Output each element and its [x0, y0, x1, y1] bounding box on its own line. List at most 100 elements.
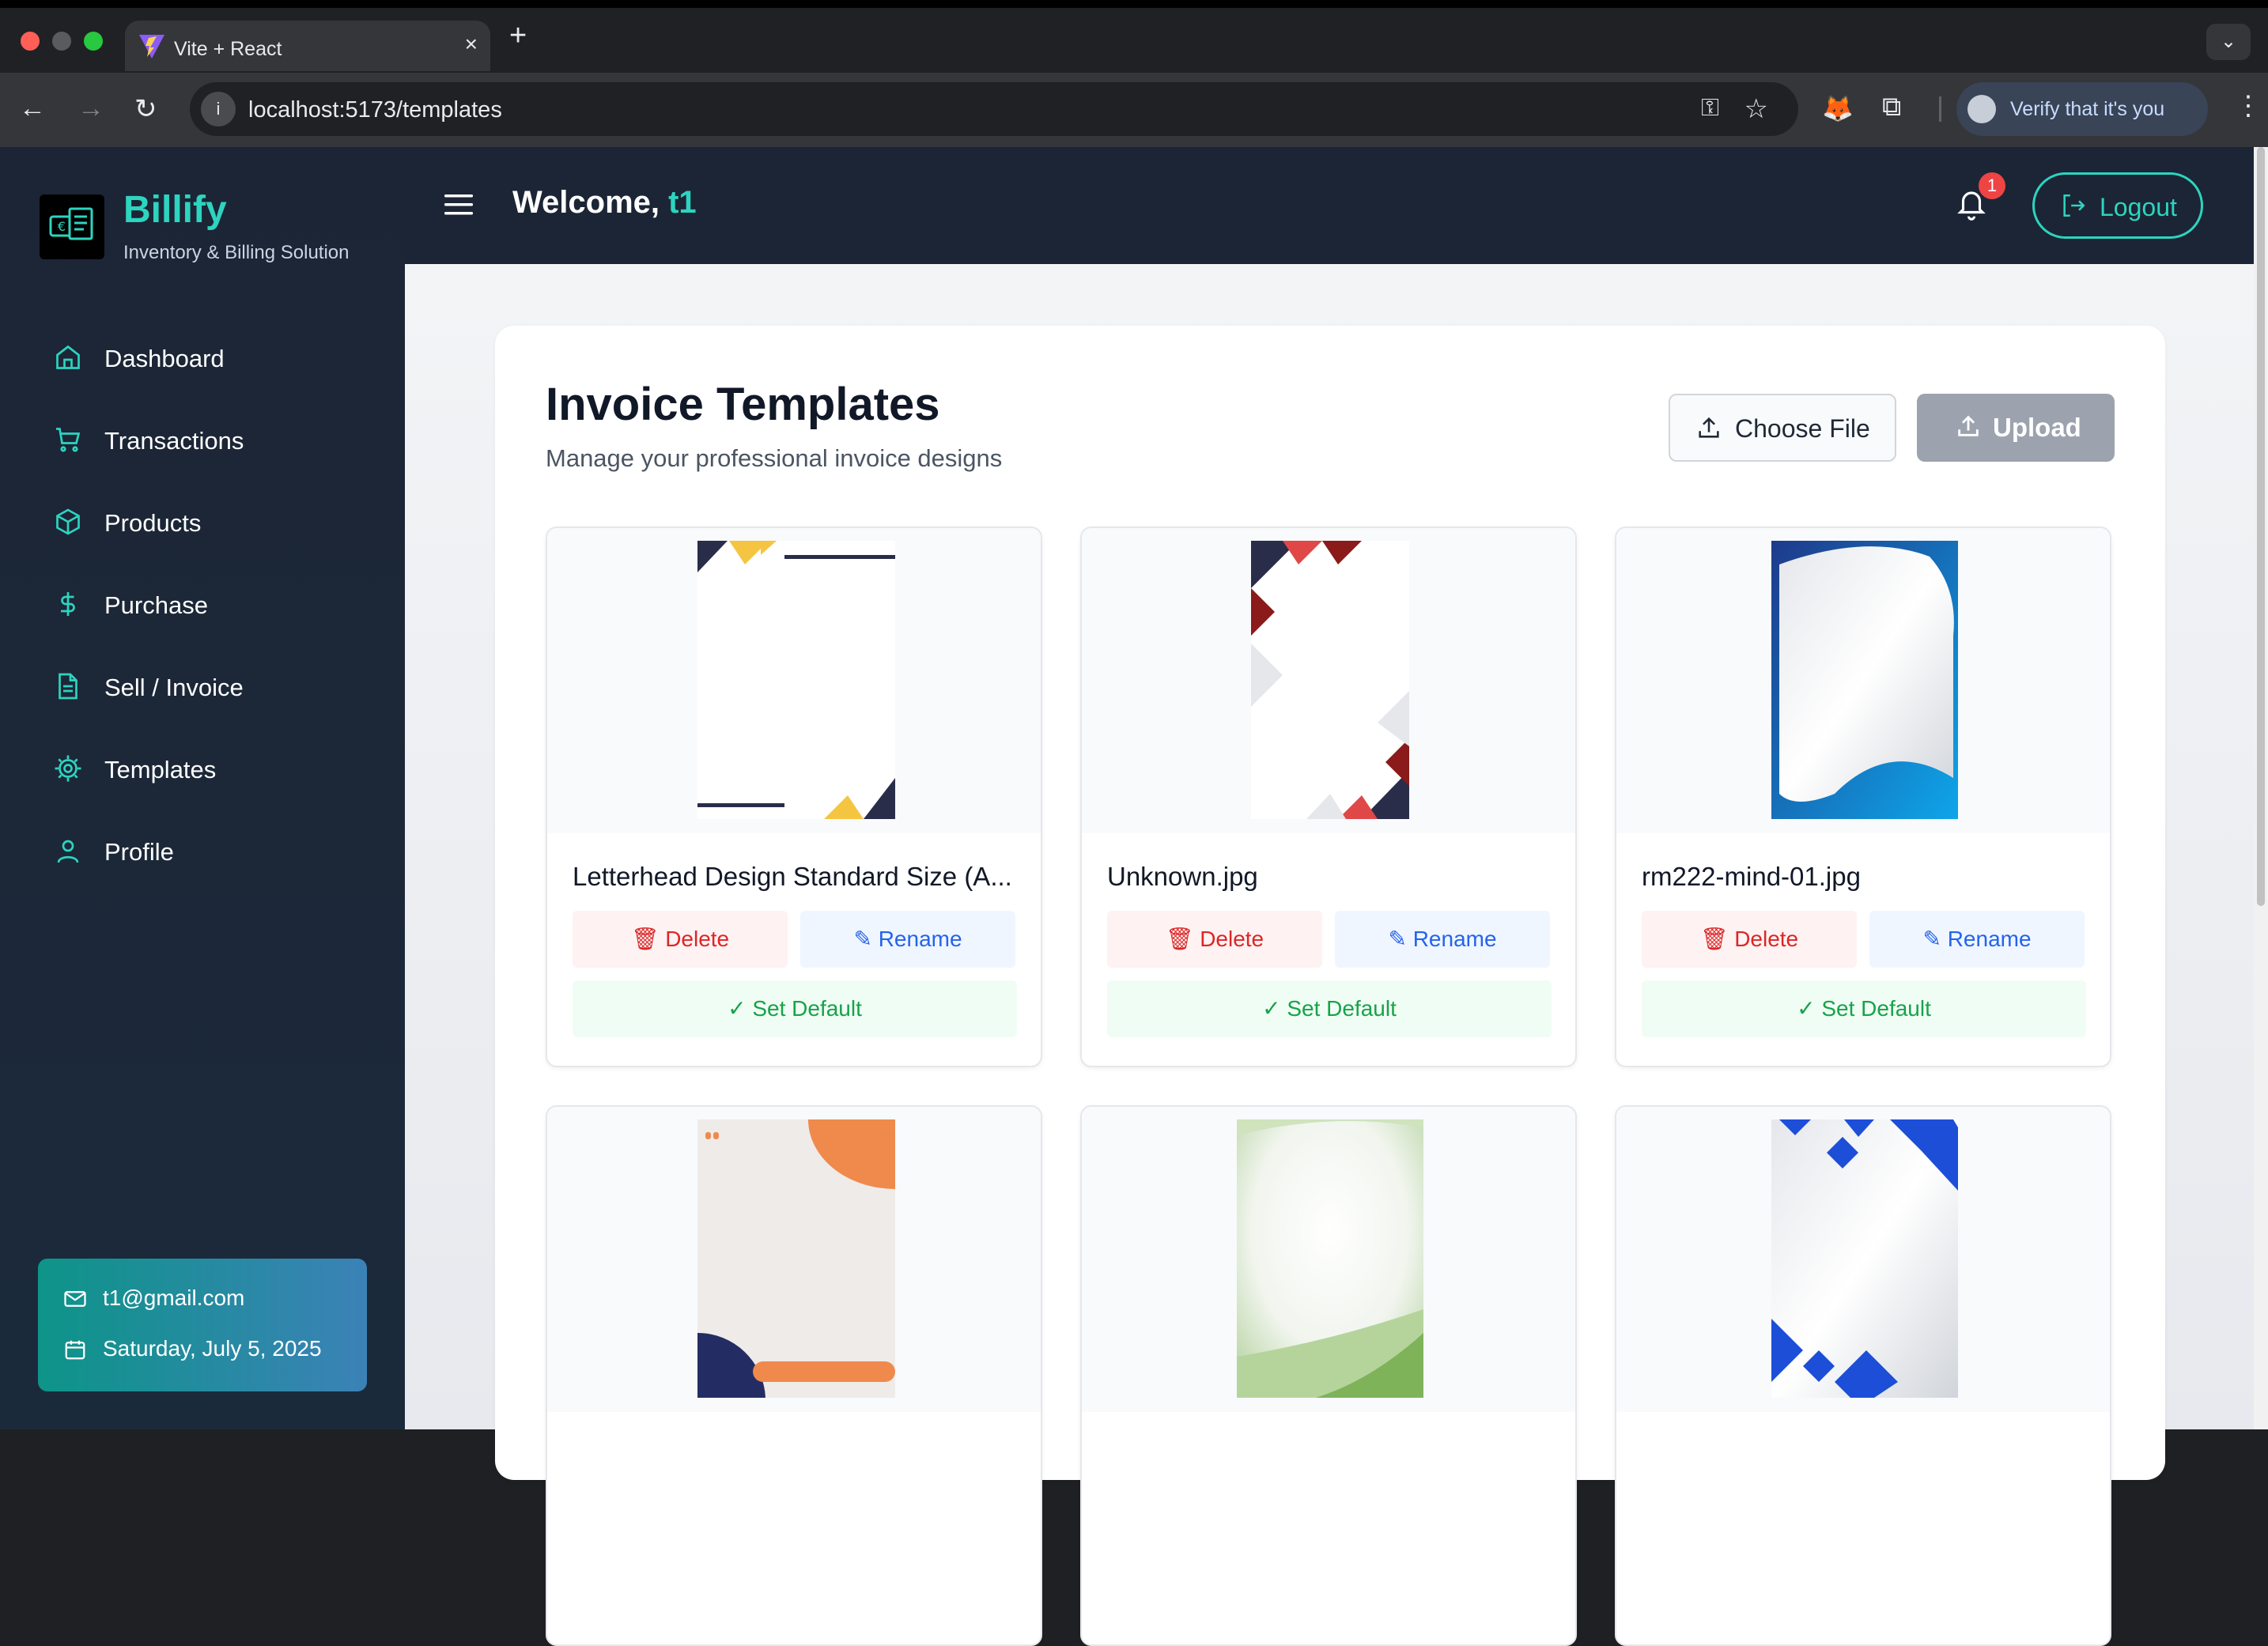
sidebar-item-dashboard[interactable]: Dashboard — [54, 335, 386, 379]
welcome-username: t1 — [668, 185, 697, 220]
set-default-button[interactable]: ✓ Set Default — [1642, 980, 2086, 1037]
forward-arrow-icon[interactable]: → — [77, 93, 104, 124]
toolbar-divider — [1939, 96, 1941, 122]
check-icon: ✓ — [1797, 996, 1822, 1021]
page-title: Invoice Templates — [546, 379, 940, 430]
sidebar-item-label: Transactions — [104, 427, 244, 455]
choose-file-label: Choose File — [1735, 414, 1870, 443]
sidebar-item-templates[interactable]: Templates — [54, 746, 386, 791]
sidebar-item-profile[interactable]: Profile — [54, 829, 386, 873]
template-preview-image — [1251, 541, 1409, 819]
template-name: Letterhead Design Standard Size (A... — [573, 862, 1012, 891]
set-default-button[interactable]: ✓ Set Default — [573, 980, 1017, 1037]
vite-logo-icon — [139, 35, 164, 59]
welcome-heading: Welcome, t1 — [512, 185, 697, 221]
gear-icon — [55, 755, 81, 782]
scrollbar-thumb[interactable] — [2257, 147, 2265, 906]
delete-label: Delete — [1734, 927, 1799, 951]
choose-file-button[interactable]: Choose File — [1669, 394, 1896, 462]
template-preview-image — [697, 541, 895, 819]
tab-title: Vite + React — [174, 38, 282, 60]
user-email-row: t1@gmail.com — [63, 1285, 244, 1311]
template-thumbnail[interactable] — [547, 528, 1041, 833]
template-name: Unknown.jpg — [1107, 862, 1258, 891]
delete-button[interactable]: 🗑 Delete — [1642, 911, 1857, 968]
url-text[interactable]: localhost:5173/templates — [248, 97, 502, 123]
dollar-icon — [61, 592, 75, 616]
password-key-icon[interactable]: ⚿ — [1701, 95, 1719, 122]
check-icon: ✓ — [1262, 996, 1287, 1021]
template-card[interactable]: Letterhead Design Standard Size (A... 🗑 … — [546, 527, 1042, 1067]
set-default-label: Set Default — [1287, 996, 1397, 1021]
home-icon — [56, 345, 80, 369]
trash-icon: 🗑 — [630, 927, 666, 951]
cart-icon — [56, 428, 81, 452]
logout-button[interactable]: Logout — [2032, 172, 2203, 239]
svg-text:€: € — [58, 219, 66, 234]
logout-icon — [2063, 194, 2085, 217]
rename-label: Rename — [1947, 927, 2032, 951]
template-card[interactable] — [1615, 1105, 2111, 1646]
extensions-puzzle-icon[interactable]: ⧉ — [1882, 92, 1901, 123]
hamburger-menu-icon[interactable] — [444, 193, 473, 217]
profile-avatar — [1967, 95, 1996, 123]
rename-label: Rename — [1412, 927, 1497, 951]
maximize-window-button[interactable] — [84, 32, 103, 51]
user-email: t1@gmail.com — [103, 1285, 245, 1310]
close-window-button[interactable] — [21, 32, 40, 51]
top-header: Welcome, t1 1 Logout — [405, 147, 2254, 264]
template-card[interactable]: Unknown.jpg 🗑 Delete ✎ Rename ✓ Set Defa… — [1080, 527, 1577, 1067]
minimize-window-button[interactable] — [52, 32, 71, 51]
template-card[interactable] — [546, 1105, 1042, 1646]
trash-icon: 🗑 — [1165, 927, 1200, 951]
bookmark-star-icon[interactable]: ☆ — [1744, 93, 1768, 125]
template-thumbnail[interactable] — [1082, 1107, 1575, 1412]
pencil-icon: ✎ — [1388, 927, 1413, 951]
upload-button[interactable]: Upload — [1917, 394, 2115, 462]
template-thumbnail[interactable] — [1616, 528, 2110, 833]
template-preview-image — [1771, 541, 1958, 819]
site-info-icon[interactable]: i — [201, 92, 236, 126]
delete-button[interactable]: 🗑 Delete — [1107, 911, 1322, 968]
browser-menu-icon[interactable]: ⋮ — [2235, 90, 2262, 122]
set-default-button[interactable]: ✓ Set Default — [1107, 980, 1552, 1037]
rename-button[interactable]: ✎ Rename — [1869, 911, 2085, 968]
sidebar-item-label: Products — [104, 509, 202, 537]
metamask-fox-icon[interactable]: 🦊 — [1822, 93, 1854, 123]
logout-label: Logout — [2100, 193, 2177, 221]
sidebar-item-purchase[interactable]: Purchase — [54, 582, 386, 626]
upload-icon — [1958, 415, 1979, 436]
sidebar-item-sell-invoice[interactable]: Sell / Invoice — [54, 664, 386, 708]
profile-verify-button[interactable]: Verify that it's you — [1956, 82, 2208, 136]
rename-button[interactable]: ✎ Rename — [800, 911, 1015, 968]
sidebar-item-label: Sell / Invoice — [104, 674, 244, 701]
user-info-card: t1@gmail.com Saturday, July 5, 2025 — [38, 1259, 367, 1391]
address-bar[interactable]: i localhost:5173/templates ⚿ ☆ — [190, 82, 1798, 136]
reload-icon[interactable]: ↻ — [134, 93, 157, 125]
template-thumbnail[interactable] — [547, 1107, 1041, 1412]
delete-label: Delete — [665, 927, 730, 951]
tab-search-chevron-icon[interactable]: ⌄ — [2206, 24, 2251, 60]
sidebar: € Billify Inventory & Billing Solution D… — [0, 147, 405, 1429]
delete-label: Delete — [1200, 927, 1264, 951]
sidebar-item-label: Templates — [104, 756, 217, 783]
template-thumbnail[interactable] — [1616, 1107, 2110, 1412]
mail-icon — [64, 1291, 86, 1307]
rename-button[interactable]: ✎ Rename — [1335, 911, 1550, 968]
upload-label: Upload — [1993, 413, 2081, 442]
browser-tab[interactable]: Vite + React × — [125, 21, 490, 71]
new-tab-button[interactable]: + — [509, 19, 527, 53]
box-icon — [56, 508, 80, 535]
main-content: Invoice Templates Manage your profession… — [405, 264, 2254, 1646]
back-arrow-icon[interactable]: ← — [19, 93, 46, 124]
template-card[interactable] — [1080, 1105, 1577, 1646]
sidebar-item-products[interactable]: Products — [54, 500, 386, 544]
sidebar-item-transactions[interactable]: Transactions — [54, 417, 386, 462]
tab-close-icon[interactable]: × — [465, 32, 478, 57]
sidebar-item-label: Purchase — [104, 591, 208, 619]
template-preview-image — [1771, 1119, 1958, 1398]
template-card[interactable]: rm222-mind-01.jpg 🗑 Delete ✎ Rename ✓ Se… — [1615, 527, 2111, 1067]
template-thumbnail[interactable] — [1082, 528, 1575, 833]
trash-icon: 🗑 — [1699, 927, 1735, 951]
delete-button[interactable]: 🗑 Delete — [573, 911, 788, 968]
